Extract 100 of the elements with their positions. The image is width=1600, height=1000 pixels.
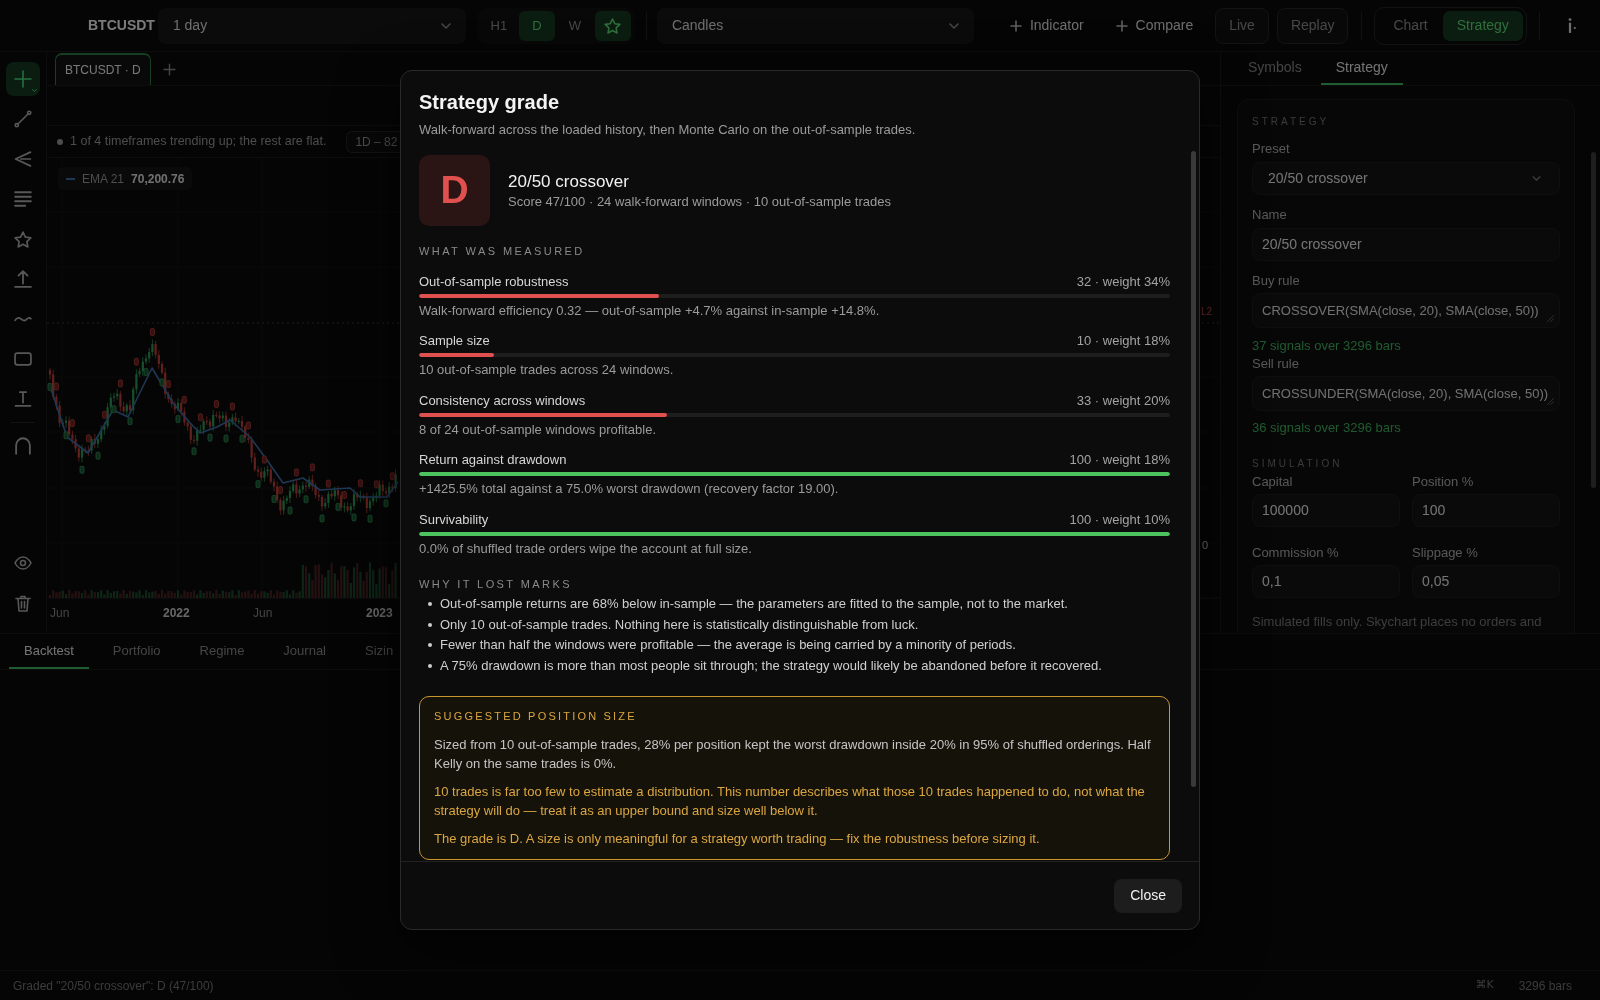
rule-field[interactable]: CROSSUNDER(SMA(close, 20), SMA(close, 50))	[1252, 376, 1560, 411]
buy-marker	[47, 383, 53, 391]
buy-marker	[127, 417, 133, 426]
sell-marker	[70, 419, 75, 427]
buy-marker	[287, 506, 293, 515]
buy-marker	[191, 447, 197, 456]
name-field[interactable]: 20/50 crossover	[1252, 228, 1560, 261]
favorite-button[interactable]	[594, 10, 631, 41]
plus-icon	[1009, 19, 1022, 32]
sell-marker	[214, 400, 219, 408]
t-bar-icon	[14, 391, 32, 407]
number-field[interactable]: 0,1	[1252, 565, 1400, 598]
panel-tab[interactable]: Journal	[268, 634, 341, 669]
metric-name: Sample size	[419, 332, 490, 351]
resize-handle-icon[interactable]	[1547, 398, 1554, 405]
view-tab[interactable]: Chart	[1378, 10, 1443, 41]
mode-button[interactable]: Live	[1215, 7, 1269, 44]
buy-marker	[111, 405, 117, 414]
drawing-tool-button[interactable]	[6, 62, 40, 96]
sell-marker	[166, 380, 171, 388]
dialog-subtitle: Walk-forward across the loaded history, then Monte Carlo on the out-of-sample trades.	[419, 121, 917, 139]
sell-marker	[198, 413, 203, 422]
field-label: Name	[1252, 206, 1288, 224]
number-field[interactable]: 0,05	[1412, 565, 1560, 598]
number-field[interactable]: 100000	[1252, 494, 1400, 527]
buy-marker	[79, 465, 85, 474]
sell-marker	[86, 434, 91, 443]
eye-icon[interactable]	[14, 556, 32, 570]
sell-marker	[262, 455, 267, 464]
number-field[interactable]: 100	[1412, 494, 1560, 527]
signal-count: 36 signals over 3296 bars	[1252, 420, 1402, 436]
star-icon	[604, 17, 622, 34]
timeframe-button[interactable]: W	[556, 10, 593, 41]
panel-tab[interactable]: Strategy	[1320, 52, 1403, 85]
timeframe-button[interactable]: D	[518, 10, 555, 41]
axis-label: Jun	[50, 606, 70, 620]
metric-score: 10 · weight 18%	[1076, 332, 1170, 351]
plus-icon[interactable]	[162, 62, 176, 76]
chart-type-select[interactable]: Candles	[656, 7, 974, 44]
metric-name: Consistency across windows	[419, 391, 586, 410]
preset-select[interactable]: 20/50 crossover	[1252, 162, 1560, 195]
sell-marker	[326, 479, 331, 488]
buy-marker	[95, 451, 101, 460]
metric-name: Out-of-sample robustness	[419, 273, 569, 291]
panel-tab[interactable]: Backtest	[9, 634, 89, 669]
trash-icon[interactable]	[15, 594, 31, 612]
buy-marker	[207, 433, 213, 442]
upload-icon	[14, 270, 32, 288]
section-heading: WHAT WAS MEASURED	[419, 244, 586, 259]
metric-score: 33 · weight 20%	[1076, 391, 1170, 410]
line-tag: L2	[1201, 306, 1213, 317]
sell-marker	[246, 421, 251, 430]
toolbar-button[interactable]: Compare	[1105, 7, 1204, 44]
reason-text: Fewer than half the windows were profitable — the average is being carried by a minority of periods.	[440, 636, 1016, 655]
field-label: Preset	[1252, 140, 1291, 158]
metric-score: 100 · weight 10%	[1069, 510, 1170, 529]
sell-marker	[102, 410, 107, 419]
metric-detail: 8 of 24 out-of-sample windows profitable.	[419, 420, 657, 439]
metric-detail: Walk-forward efficiency 0.32 — out-of-sample +4.7% against in-sample +14.8%.	[419, 302, 881, 320]
star-icon	[14, 230, 32, 248]
sell-marker	[118, 379, 123, 388]
resize-handle-icon[interactable]	[1547, 315, 1554, 322]
timeframe-button[interactable]: H1	[480, 10, 517, 41]
buy-marker	[175, 415, 181, 423]
mode-button[interactable]: Replay	[1276, 7, 1349, 44]
toolbar-button[interactable]: Indicator	[999, 7, 1094, 44]
info-icon[interactable]	[1567, 18, 1576, 33]
grade-badge: D	[419, 155, 490, 226]
field-label: Sell rule	[1252, 355, 1300, 373]
scrollbar-thumb[interactable]	[1191, 151, 1196, 787]
bullet-icon	[428, 601, 432, 606]
scrollbar-thumb[interactable]	[1591, 152, 1596, 488]
symbol-tab[interactable]: BTCUSDT · D	[55, 53, 151, 85]
interval-select[interactable]: 1 day	[157, 7, 466, 44]
close-button[interactable]: Close	[1114, 878, 1182, 913]
rule-field[interactable]: CROSSOVER(SMA(close, 20), SMA(close, 50))	[1252, 293, 1560, 328]
sell-marker	[230, 402, 235, 411]
view-tab[interactable]: Strategy	[1442, 10, 1523, 41]
section-heading: WHY IT LOST MARKS	[419, 576, 573, 592]
buy-marker	[351, 513, 357, 522]
field-label: Commission %	[1252, 544, 1340, 562]
panel-tab[interactable]: Regime	[184, 634, 260, 669]
bullet-icon	[428, 663, 432, 668]
sell-marker	[374, 480, 379, 489]
dialog-title: Strategy grade	[419, 90, 561, 115]
axis-label: Jun	[253, 606, 273, 620]
plus-icon	[14, 70, 32, 88]
sizing-paragraph: 10 trades is far too few to estimate a distribution. This number describes what those 10 trades happened to do, not what the strategy will do — treat it as an upper bound and size well below it.	[434, 783, 1146, 821]
buy-marker	[271, 495, 277, 503]
reason-text: Only 10 out-of-sample trades. Nothing here is statistically distinguishable from luck.	[440, 615, 919, 634]
symbol-label: BTCUSDT	[88, 16, 155, 35]
panel-tab[interactable]: Symbols	[1233, 52, 1317, 85]
plus-icon	[1115, 19, 1128, 32]
metric-detail: 10 out-of-sample trades across 24 windows.	[419, 361, 675, 380]
sizing-heading: SUGGESTED POSITION SIZE	[434, 709, 638, 725]
trend-note: 1 of 4 timeframes trending up; the rest are flat.	[70, 133, 327, 151]
sell-marker	[294, 468, 299, 477]
panel-tab[interactable]: Portfolio	[97, 634, 176, 669]
field-label: Capital	[1252, 473, 1294, 491]
sell-marker	[390, 472, 395, 481]
